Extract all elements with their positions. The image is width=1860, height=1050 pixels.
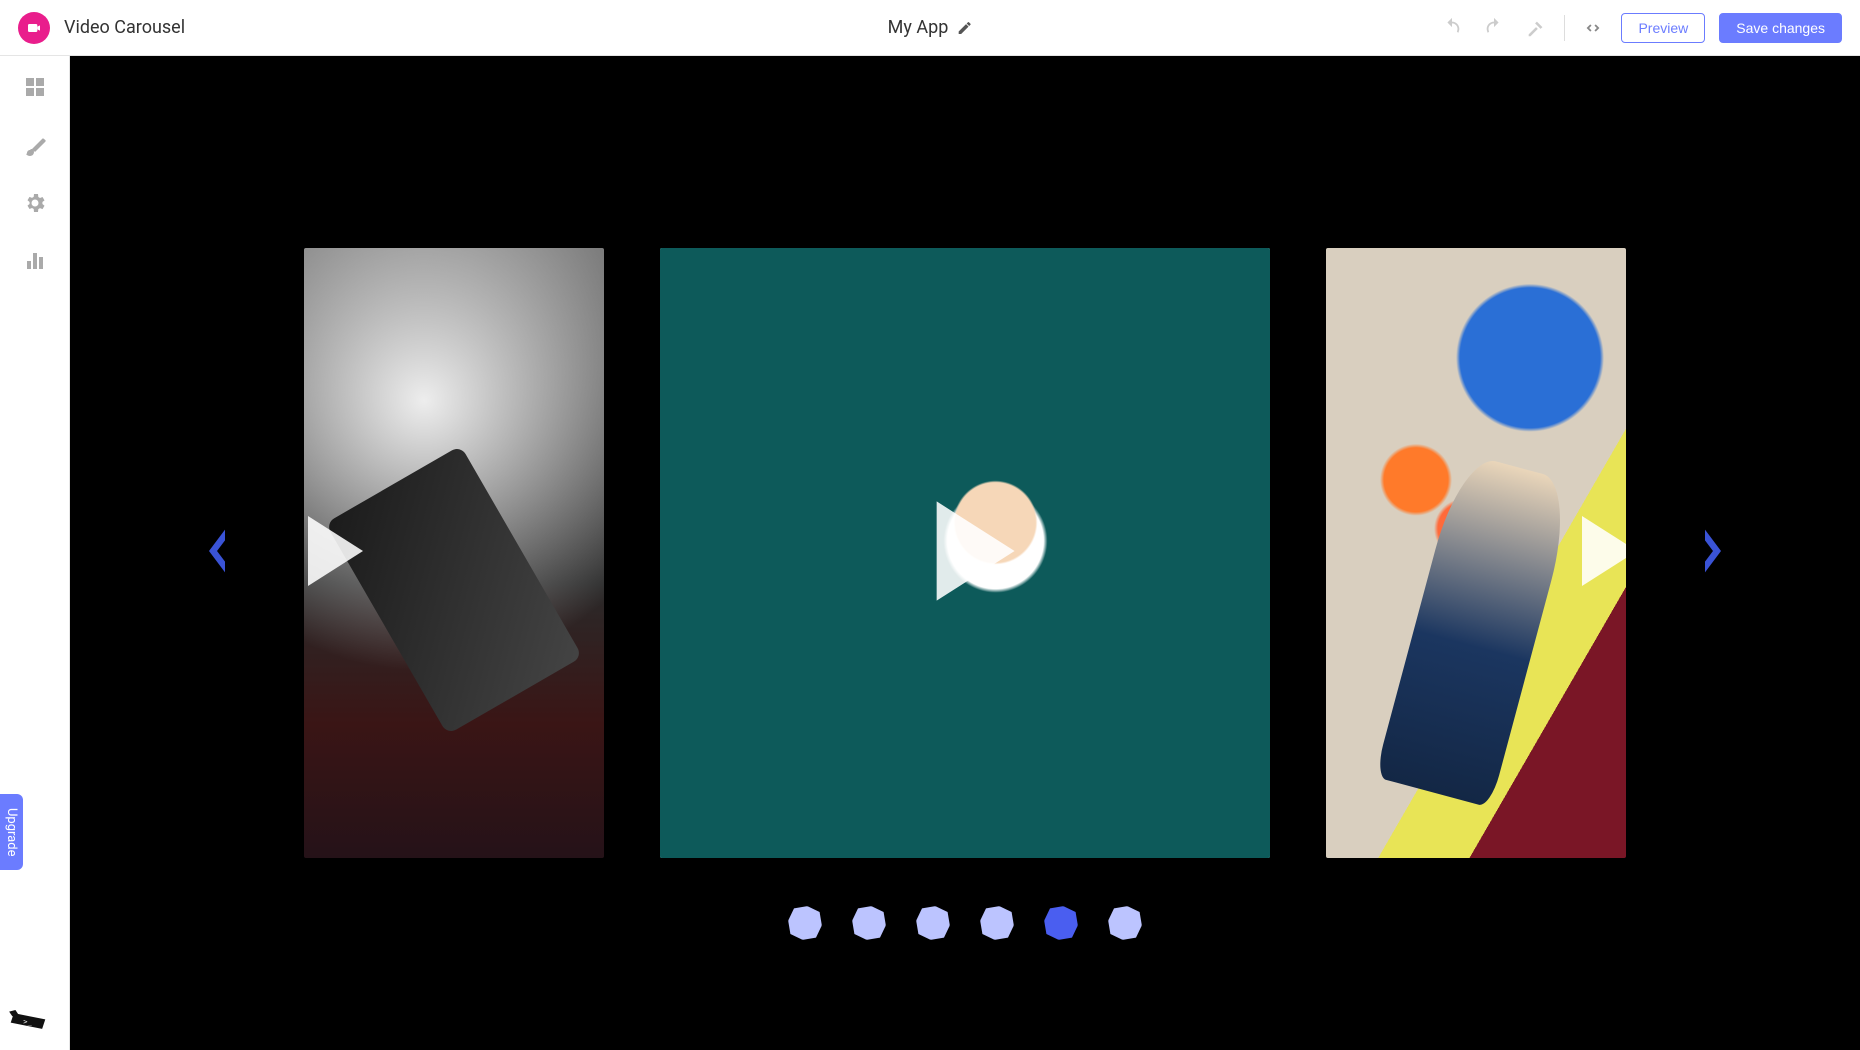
project-title-group: My App xyxy=(888,17,973,38)
redo-icon xyxy=(1483,17,1505,39)
video-carousel xyxy=(304,248,1626,858)
project-title: My App xyxy=(888,17,949,38)
brush-icon xyxy=(23,133,47,157)
console-button[interactable]: >_ xyxy=(8,1010,48,1032)
top-bar: Video Carousel My App Preview Save chang… xyxy=(0,0,1860,56)
undo-icon xyxy=(1441,17,1463,39)
left-rail: Upgrade >_ xyxy=(0,56,70,1050)
code-button[interactable] xyxy=(1579,14,1607,42)
carousel-dot-0[interactable] xyxy=(786,904,824,942)
top-bar-actions: Preview Save changes xyxy=(1438,13,1842,43)
carousel-indicators xyxy=(788,906,1142,940)
undo-button[interactable] xyxy=(1438,14,1466,42)
analytics-tab[interactable] xyxy=(20,246,50,276)
video-icon xyxy=(26,20,42,36)
chevron-left-icon xyxy=(200,527,234,575)
terminal-icon: >_ xyxy=(8,1010,48,1032)
app-name: Video Carousel xyxy=(64,17,185,38)
design-tab[interactable] xyxy=(20,130,50,160)
save-button[interactable]: Save changes xyxy=(1719,13,1842,43)
divider xyxy=(1564,15,1565,41)
chart-icon xyxy=(23,249,47,273)
carousel-slide-next[interactable] xyxy=(1326,248,1626,858)
carousel-dot-2[interactable] xyxy=(914,904,952,942)
hammer-button[interactable] xyxy=(1522,14,1550,42)
rename-button[interactable] xyxy=(956,20,972,36)
layouts-tab[interactable] xyxy=(20,72,50,102)
pencil-icon xyxy=(956,20,972,36)
preview-button[interactable]: Preview xyxy=(1621,13,1705,43)
carousel-dot-4[interactable] xyxy=(1042,904,1080,942)
hammer-icon xyxy=(1525,17,1547,39)
slide-thumbnail xyxy=(660,248,1270,858)
carousel-dot-1[interactable] xyxy=(850,904,888,942)
carousel-dot-5[interactable] xyxy=(1106,904,1144,942)
gear-icon xyxy=(23,191,47,215)
carousel-next-button[interactable] xyxy=(1696,527,1730,579)
carousel-slide-current[interactable] xyxy=(660,248,1270,858)
editor-canvas[interactable] xyxy=(70,56,1860,1050)
chevron-right-icon xyxy=(1696,527,1730,575)
grid-icon xyxy=(23,75,47,99)
carousel-prev-button[interactable] xyxy=(200,527,234,579)
carousel-dot-3[interactable] xyxy=(978,904,1016,942)
slide-thumbnail xyxy=(304,248,604,858)
app-logo xyxy=(18,12,50,44)
redo-button[interactable] xyxy=(1480,14,1508,42)
carousel-slide-prev[interactable] xyxy=(304,248,604,858)
settings-tab[interactable] xyxy=(20,188,50,218)
code-icon xyxy=(1582,17,1604,39)
slide-thumbnail xyxy=(1326,248,1626,858)
upgrade-button[interactable]: Upgrade xyxy=(0,794,23,870)
svg-text:>_: >_ xyxy=(23,1017,32,1026)
